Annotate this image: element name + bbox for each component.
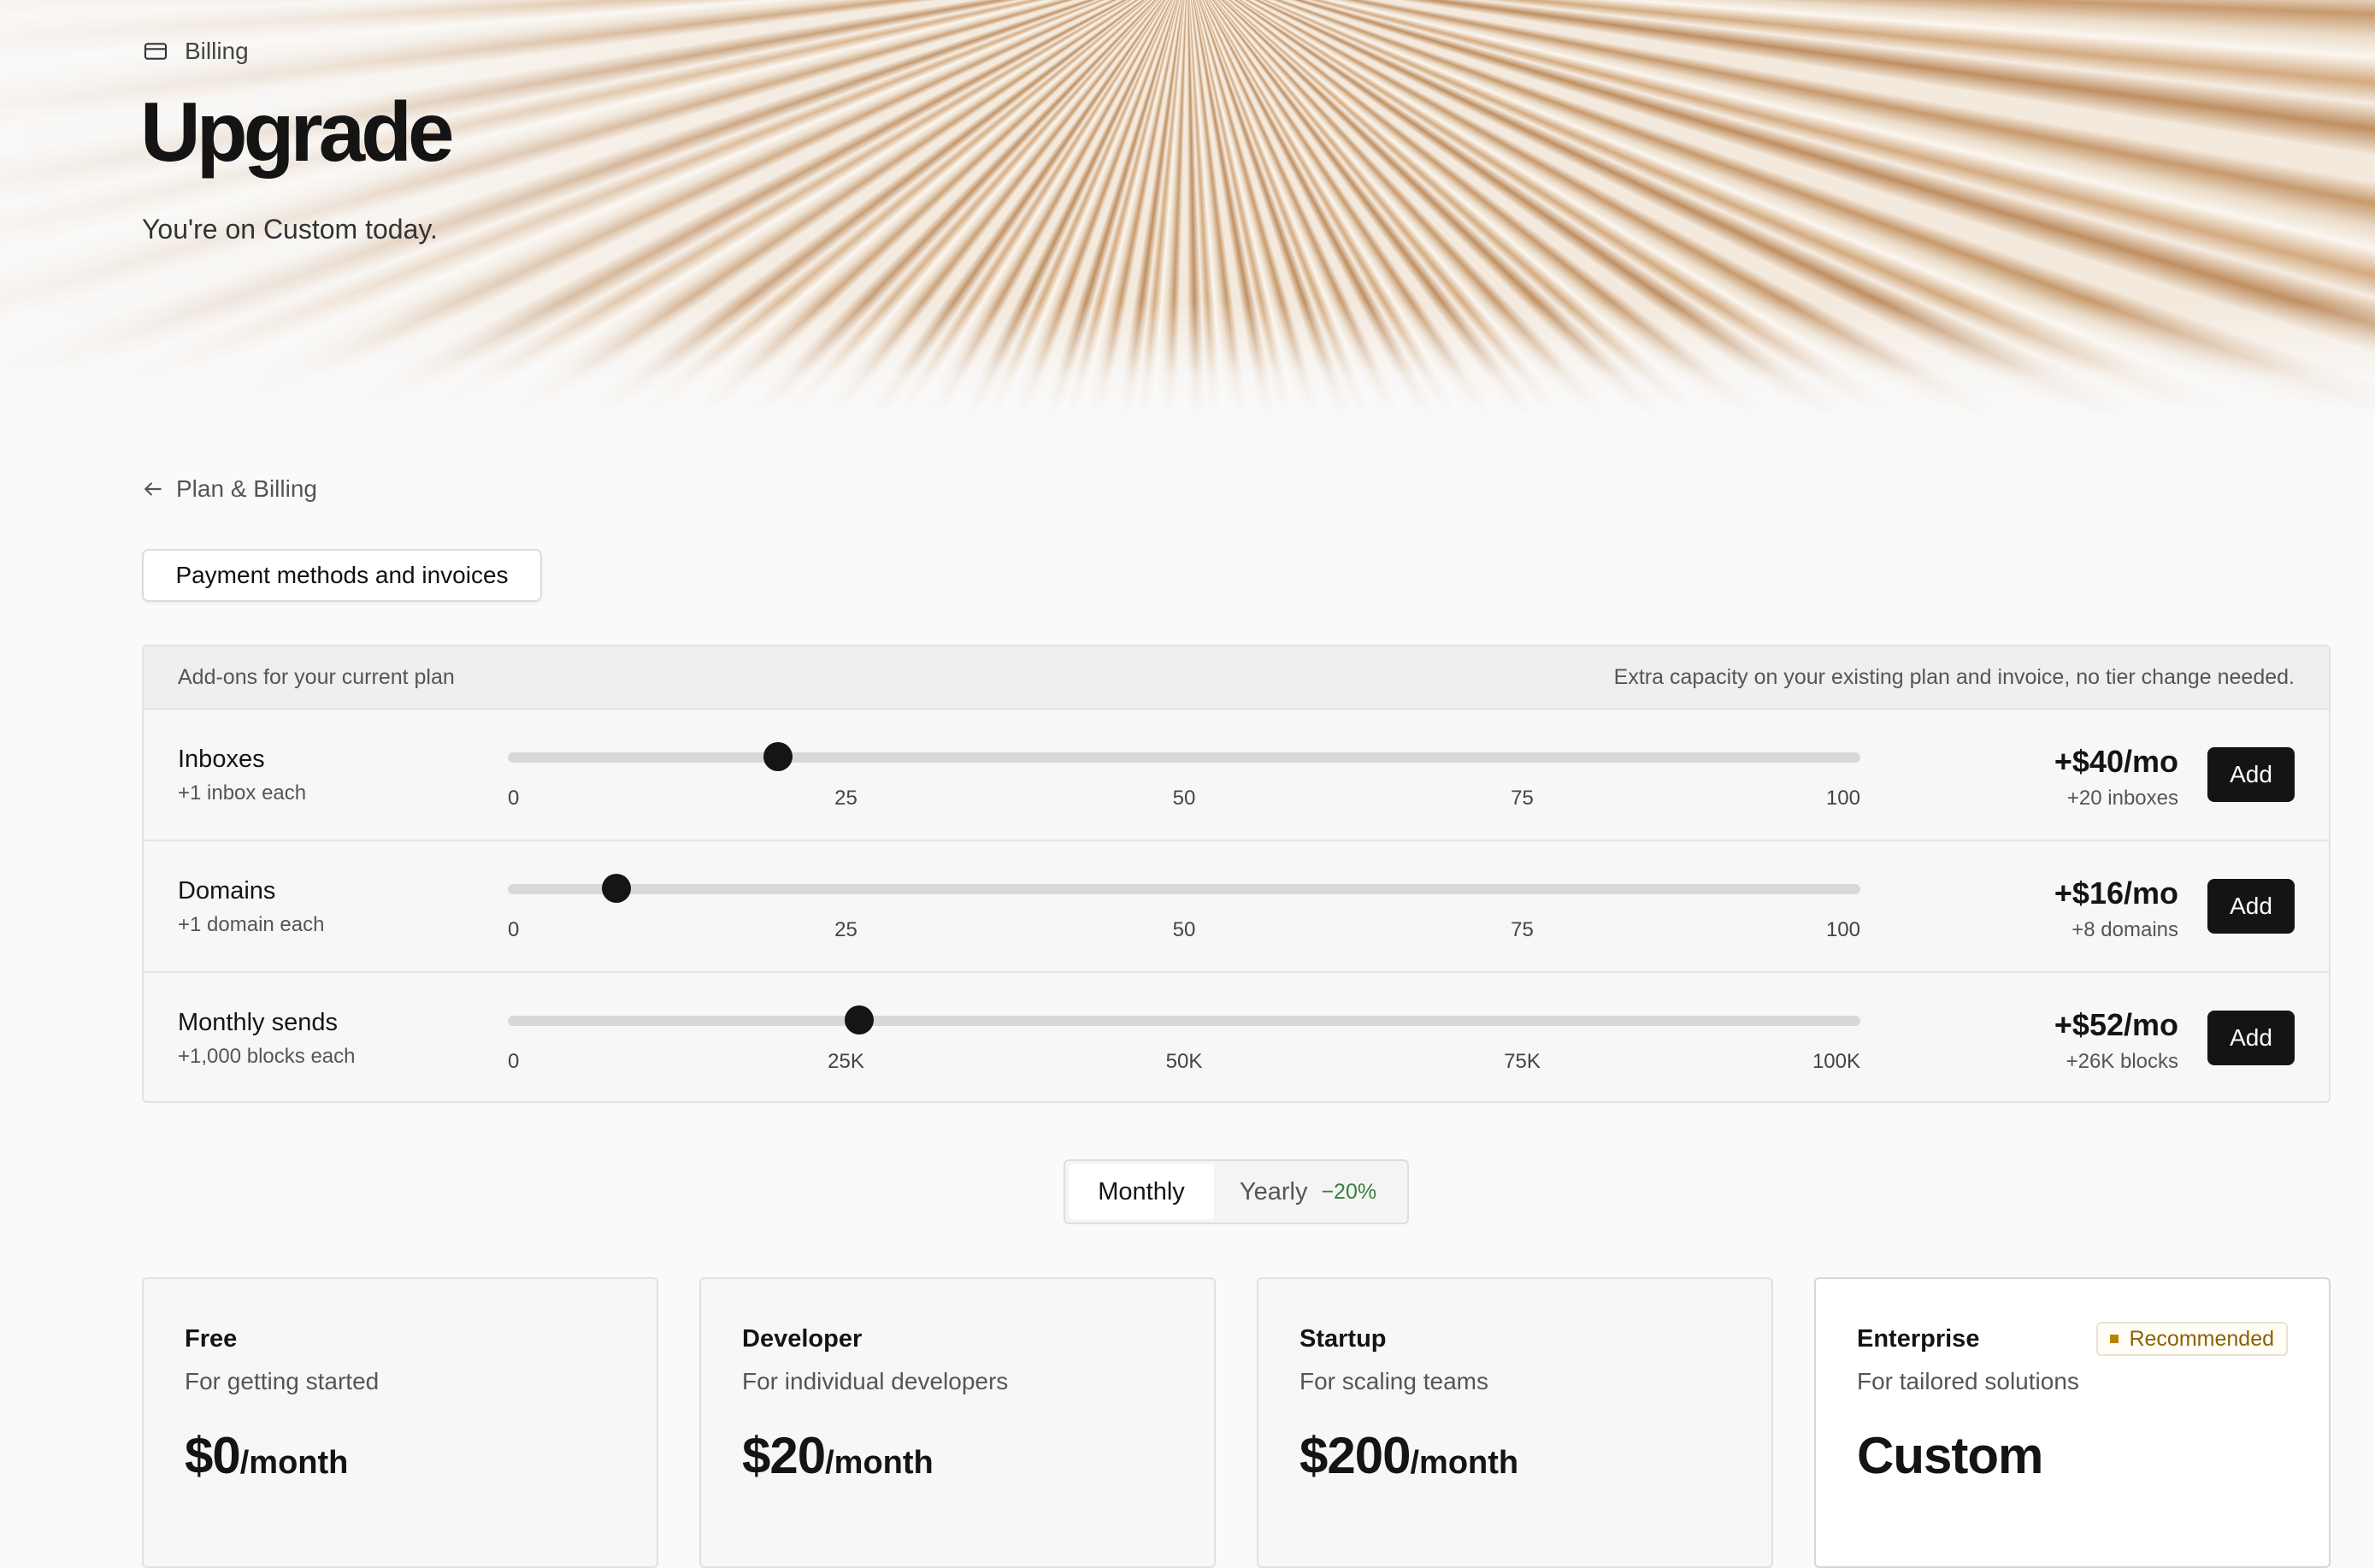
arrow-left-icon: [144, 482, 162, 496]
tick-label: 50: [1172, 918, 1196, 941]
tick-label: 25K: [828, 1050, 864, 1073]
tick-label: 25: [834, 787, 857, 810]
toggle-yearly[interactable]: Yearly −20%: [1214, 1164, 1402, 1219]
tick-label: 100: [1825, 918, 1860, 941]
addon-unit: +1,000 blocks each: [178, 1045, 356, 1068]
slider-ticks: 0 25 50 75 100: [508, 918, 1860, 944]
add-monthly-sends-button[interactable]: Add: [2207, 1011, 2295, 1065]
toggle-yearly-label: Yearly: [1239, 1177, 1308, 1205]
plan-card-startup[interactable]: Startup For scaling teams $200/month: [1257, 1277, 1773, 1568]
back-link-label: Plan & Billing: [176, 475, 317, 502]
domains-slider[interactable]: [508, 874, 1860, 903]
plan-price-period: /month: [239, 1445, 349, 1481]
badge-square-icon: [2110, 1335, 2119, 1343]
toggle-monthly[interactable]: Monthly: [1069, 1164, 1214, 1219]
plan-price-period: /month: [1410, 1445, 1519, 1481]
addon-price: +$40/mo +20 inboxes: [2054, 744, 2178, 811]
billing-period-toggle: Monthly Yearly −20%: [1064, 1159, 1409, 1224]
addon-unit: +1 inbox each: [178, 781, 307, 805]
tick-label: 100K: [1812, 1050, 1860, 1073]
addon-price-detail: +26K blocks: [2066, 1050, 2178, 1073]
back-link-plan-billing[interactable]: Plan & Billing: [142, 475, 317, 503]
tick-label: 75: [1511, 787, 1534, 810]
payment-methods-button[interactable]: Payment methods and invoices: [142, 549, 542, 602]
plan-description: For individual developers: [742, 1368, 1009, 1394]
plan-description: For scaling teams: [1299, 1368, 1488, 1394]
add-domains-button[interactable]: Add: [2207, 879, 2295, 934]
tick-label: 100: [1825, 787, 1860, 810]
slider-thumb[interactable]: [845, 1005, 875, 1035]
tick-label: 25: [834, 918, 857, 941]
yearly-discount-badge: −20%: [1321, 1179, 1377, 1204]
tick-label: 0: [508, 1050, 520, 1073]
breadcrumb-label: Billing: [185, 38, 249, 64]
plan-card-enterprise[interactable]: Enterprise Recommended For tailored solu…: [1814, 1277, 2331, 1568]
addon-row-inboxes: Inboxes +1 inbox each 0 25 50 75 100 +$4…: [144, 710, 2329, 841]
credit-card-icon: [144, 43, 168, 60]
tick-label: 75: [1511, 918, 1534, 941]
addons-header-title: Add-ons for your current plan: [178, 664, 455, 689]
addon-row-monthly-sends: Monthly sends +1,000 blocks each 0 25K 5…: [144, 973, 2329, 1101]
recommended-badge: Recommended: [2096, 1322, 2288, 1356]
plan-card-developer[interactable]: Developer For individual developers $20/…: [699, 1277, 1216, 1568]
plan-description: For getting started: [185, 1368, 380, 1394]
plan-card-free[interactable]: Free For getting started $0/month: [142, 1277, 658, 1568]
addon-price-detail: +8 domains: [2071, 918, 2178, 941]
recommended-badge-label: Recommended: [2129, 1326, 2274, 1351]
page-title: Upgrade: [140, 85, 455, 179]
hero-banner: Billing Upgrade You're on Custom today.: [0, 0, 2375, 419]
addon-price-amount: +$16/mo: [2054, 875, 2178, 911]
slider-thumb[interactable]: [601, 874, 631, 903]
addon-row-domains: Domains +1 domain each 0 25 50 75 100 +$…: [144, 841, 2329, 973]
plan-name: Enterprise: [1857, 1325, 1980, 1353]
monthly-sends-slider[interactable]: [508, 1005, 1860, 1035]
plan-price-amount: $20: [742, 1427, 826, 1484]
addon-price-amount: +$52/mo: [2054, 1007, 2178, 1042]
plan-price: $200/month: [1299, 1426, 1518, 1485]
plan-price-amount: $0: [185, 1427, 241, 1484]
plan-price: $0/month: [185, 1426, 348, 1485]
tick-label: 0: [508, 918, 520, 941]
plan-description: For tailored solutions: [1857, 1368, 2079, 1394]
plan-name: Free: [185, 1325, 238, 1353]
plan-price-amount: $200: [1299, 1427, 1411, 1484]
addon-price-amount: +$40/mo: [2054, 744, 2178, 779]
tick-label: 50: [1172, 787, 1196, 810]
addon-name: Monthly sends: [178, 1009, 338, 1036]
addon-name: Inboxes: [178, 746, 265, 773]
addon-name: Domains: [178, 877, 276, 905]
tick-label: 75K: [1504, 1050, 1541, 1073]
addons-panel: Add-ons for your current plan Extra capa…: [142, 645, 2331, 1103]
toggle-monthly-label: Monthly: [1098, 1177, 1185, 1205]
addon-price: +$16/mo +8 domains: [2054, 875, 2178, 942]
breadcrumb: Billing: [142, 38, 249, 65]
tick-label: 50K: [1165, 1050, 1203, 1073]
plan-price: $20/month: [742, 1426, 934, 1485]
inboxes-slider[interactable]: [508, 742, 1860, 771]
addon-unit: +1 domain each: [178, 913, 325, 936]
tick-label: 0: [508, 787, 520, 810]
plan-price-period: /month: [825, 1445, 934, 1481]
addons-header: Add-ons for your current plan Extra capa…: [144, 646, 2329, 710]
plan-price-amount: Custom: [1857, 1427, 2043, 1484]
addons-header-note: Extra capacity on your existing plan and…: [1613, 664, 2295, 689]
page-subtitle: You're on Custom today.: [142, 214, 438, 245]
addon-price-detail: +20 inboxes: [2066, 787, 2178, 810]
addon-price: +$52/mo +26K blocks: [2054, 1007, 2178, 1074]
plan-name: Startup: [1299, 1325, 1387, 1353]
slider-thumb[interactable]: [763, 742, 793, 771]
plan-name: Developer: [742, 1325, 863, 1353]
plan-price: Custom: [1857, 1426, 2043, 1485]
slider-ticks: 0 25 50 75 100: [508, 787, 1860, 812]
add-inboxes-button[interactable]: Add: [2207, 747, 2295, 802]
slider-ticks: 0 25K 50K 75K 100K: [508, 1050, 1860, 1076]
